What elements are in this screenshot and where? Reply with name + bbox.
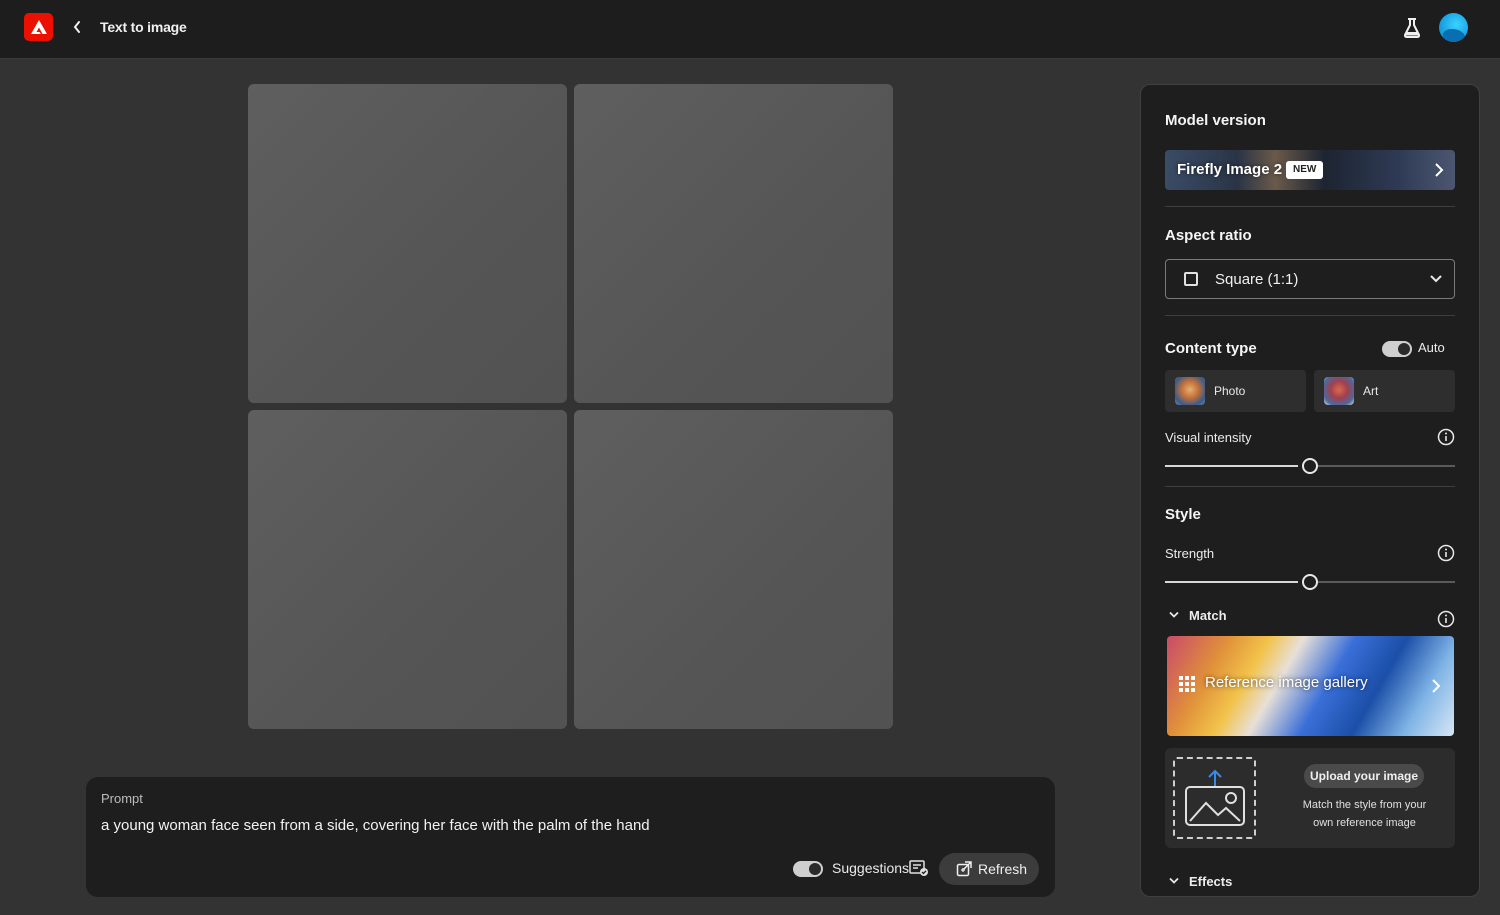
flask-icon[interactable] <box>1401 17 1423 39</box>
chevron-right-icon <box>1432 679 1441 693</box>
info-icon[interactable] <box>1437 544 1455 562</box>
strength-slider[interactable] <box>1165 574 1455 590</box>
slider-handle[interactable] <box>1302 574 1318 590</box>
model-version-heading: Model version <box>1165 112 1266 129</box>
generated-image-4[interactable] <box>574 410 893 729</box>
prompt-box: Prompt a young woman face seen from a si… <box>86 777 1055 897</box>
slider-handle[interactable] <box>1302 458 1318 474</box>
prompt-label: Prompt <box>101 791 143 806</box>
grid-icon <box>1179 676 1195 692</box>
generated-image-1[interactable] <box>248 84 567 403</box>
upload-dropzone[interactable] <box>1173 757 1256 839</box>
prompt-input[interactable]: a young woman face seen from a side, cov… <box>101 817 650 834</box>
square-icon <box>1184 272 1198 286</box>
refresh-button[interactable]: Refresh <box>939 853 1039 885</box>
upload-image-button[interactable]: Upload your image <box>1304 764 1424 788</box>
visual-intensity-slider[interactable] <box>1165 458 1455 474</box>
effects-heading[interactable]: Effects <box>1189 874 1232 889</box>
generated-image-2[interactable] <box>574 84 893 403</box>
new-badge: NEW <box>1286 161 1324 179</box>
refresh-icon <box>956 861 972 877</box>
refresh-label: Refresh <box>978 861 1028 877</box>
auto-label: Auto <box>1418 340 1445 355</box>
art-label: Art <box>1363 384 1379 398</box>
aspect-ratio-heading: Aspect ratio <box>1165 227 1252 244</box>
art-thumbnail <box>1324 377 1354 405</box>
upload-reference-area: Upload your image Match the style from y… <box>1165 748 1455 848</box>
image-upload-icon <box>1185 769 1245 826</box>
info-icon[interactable] <box>1437 610 1455 628</box>
model-version-selector[interactable]: Firefly Image 2 NEW <box>1165 150 1455 190</box>
suggestions-settings-icon[interactable] <box>909 859 929 877</box>
chevron-down-icon[interactable] <box>1168 876 1180 886</box>
generated-image-3[interactable] <box>248 410 567 729</box>
info-icon[interactable] <box>1437 428 1455 446</box>
strength-label: Strength <box>1165 546 1215 561</box>
aspect-ratio-dropdown[interactable]: Square (1:1) <box>1165 259 1455 299</box>
style-heading: Style <box>1165 506 1201 523</box>
content-type-art[interactable]: Art <box>1314 370 1455 412</box>
visual-intensity-label: Visual intensity <box>1165 430 1252 445</box>
match-label[interactable]: Match <box>1189 608 1227 623</box>
chevron-left-icon[interactable] <box>68 17 86 37</box>
auto-toggle[interactable] <box>1382 341 1412 357</box>
content-type-photo[interactable]: Photo <box>1165 370 1306 412</box>
settings-panel: Model version Firefly Image 2 NEW Aspect… <box>1140 84 1480 897</box>
chevron-right-icon <box>1435 163 1444 177</box>
chevron-down-icon[interactable] <box>1168 610 1180 620</box>
photo-label: Photo <box>1214 384 1246 398</box>
gallery-label: Reference image gallery <box>1205 674 1368 691</box>
suggestions-toggle[interactable] <box>793 861 823 877</box>
chevron-down-icon <box>1430 275 1442 283</box>
avatar[interactable] <box>1439 13 1468 42</box>
divider <box>1165 486 1455 487</box>
suggestions-label: Suggestions <box>832 860 910 876</box>
content-type-heading: Content type <box>1165 340 1257 357</box>
reference-image-gallery[interactable]: Reference image gallery <box>1167 636 1454 736</box>
divider <box>1165 315 1455 316</box>
photo-thumbnail <box>1175 377 1205 405</box>
adobe-logo-icon[interactable] <box>24 13 53 41</box>
upload-description: Match the style from your own reference … <box>1302 799 1427 829</box>
aspect-ratio-value: Square (1:1) <box>1215 271 1299 288</box>
top-bar: Text to image <box>0 0 1500 59</box>
divider <box>1165 206 1455 207</box>
page-title: Text to image <box>100 19 187 35</box>
model-version-value: Firefly Image 2 <box>1177 161 1283 178</box>
